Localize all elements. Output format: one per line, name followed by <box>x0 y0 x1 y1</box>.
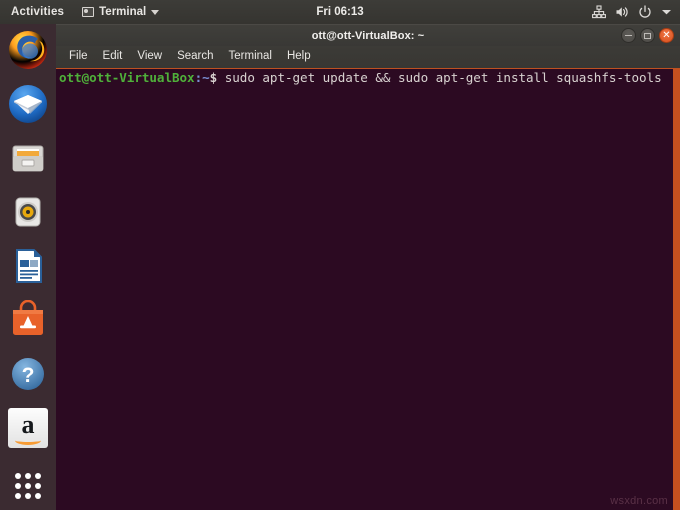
desktop-screen: Activities Terminal Fri 06:13 ? a ott@ot… <box>0 0 680 510</box>
launcher-item-firefox[interactable] <box>6 28 50 72</box>
chevron-down-icon <box>151 9 160 15</box>
system-indicators[interactable] <box>592 0 672 24</box>
launcher-item-thunderbird[interactable] <box>6 82 50 126</box>
amazon-a-glyph: a <box>21 409 35 439</box>
power-icon[interactable] <box>638 5 652 19</box>
watermark: wsxdn.com <box>610 495 668 507</box>
terminal-menubar: File Edit View Search Terminal Help <box>56 46 680 69</box>
network-icon[interactable] <box>592 5 606 19</box>
window-icon <box>82 7 95 17</box>
app-menu-button[interactable]: Terminal <box>74 0 167 24</box>
launcher-item-help[interactable]: ? <box>6 352 50 396</box>
launcher-item-show-applications[interactable] <box>6 464 50 508</box>
amazon-smile-glyph <box>15 434 41 445</box>
launcher-item-amazon[interactable]: a <box>6 406 50 450</box>
menu-item-terminal[interactable]: Terminal <box>222 47 279 67</box>
svg-text:?: ? <box>22 364 35 387</box>
menu-item-help[interactable]: Help <box>280 47 318 67</box>
libreoffice-writer-icon <box>8 246 48 286</box>
terminal-output-area[interactable]: ott@ott-VirtualBox:~$ sudo apt-get updat… <box>56 69 680 510</box>
minimize-button[interactable] <box>621 28 636 43</box>
terminal-prompt-userhost: ott@ott-VirtualBox <box>59 70 195 85</box>
window-controls: ✕ <box>621 25 674 46</box>
amazon-icon: a <box>8 408 48 448</box>
rhythmbox-icon <box>8 192 48 232</box>
close-button[interactable]: ✕ <box>659 28 674 43</box>
help-icon: ? <box>8 354 48 394</box>
gnome-top-bar: Activities Terminal Fri 06:13 <box>0 0 680 24</box>
window-titlebar[interactable]: ott@ott-VirtualBox: ~ ✕ <box>56 24 680 46</box>
window-title: ott@ott-VirtualBox: ~ <box>311 29 425 42</box>
launcher-item-rhythmbox[interactable] <box>6 190 50 234</box>
app-menu-label: Terminal <box>99 6 147 18</box>
chevron-down-icon[interactable] <box>661 8 672 16</box>
terminal-window: ott@ott-VirtualBox: ~ ✕ File Edit View S… <box>56 24 680 510</box>
launcher-item-files[interactable] <box>6 136 50 180</box>
terminal-prompt-path: :~ <box>194 70 210 85</box>
terminal-command: sudo apt-get update && sudo apt-get inst… <box>224 70 662 85</box>
ubuntu-software-icon <box>8 300 48 340</box>
menu-item-edit[interactable]: Edit <box>96 47 130 67</box>
launcher-item-ubuntu-software[interactable] <box>6 298 50 342</box>
volume-icon[interactable] <box>615 5 629 19</box>
unity-launcher: ? a <box>0 24 56 510</box>
firefox-icon <box>8 30 48 70</box>
menu-item-view[interactable]: View <box>130 47 169 67</box>
files-icon <box>8 138 48 178</box>
menu-item-file[interactable]: File <box>62 47 95 67</box>
launcher-item-libreoffice-writer[interactable] <box>6 244 50 288</box>
apps-grid-icon <box>15 473 41 499</box>
terminal-prompt-symbol: $ <box>209 70 225 85</box>
activities-button[interactable]: Activities <box>0 0 74 24</box>
terminal-text: ott@ott-VirtualBox:~$ sudo apt-get updat… <box>59 70 673 86</box>
thunderbird-icon <box>8 84 48 124</box>
maximize-button[interactable] <box>640 28 655 43</box>
menu-item-search[interactable]: Search <box>170 47 220 67</box>
